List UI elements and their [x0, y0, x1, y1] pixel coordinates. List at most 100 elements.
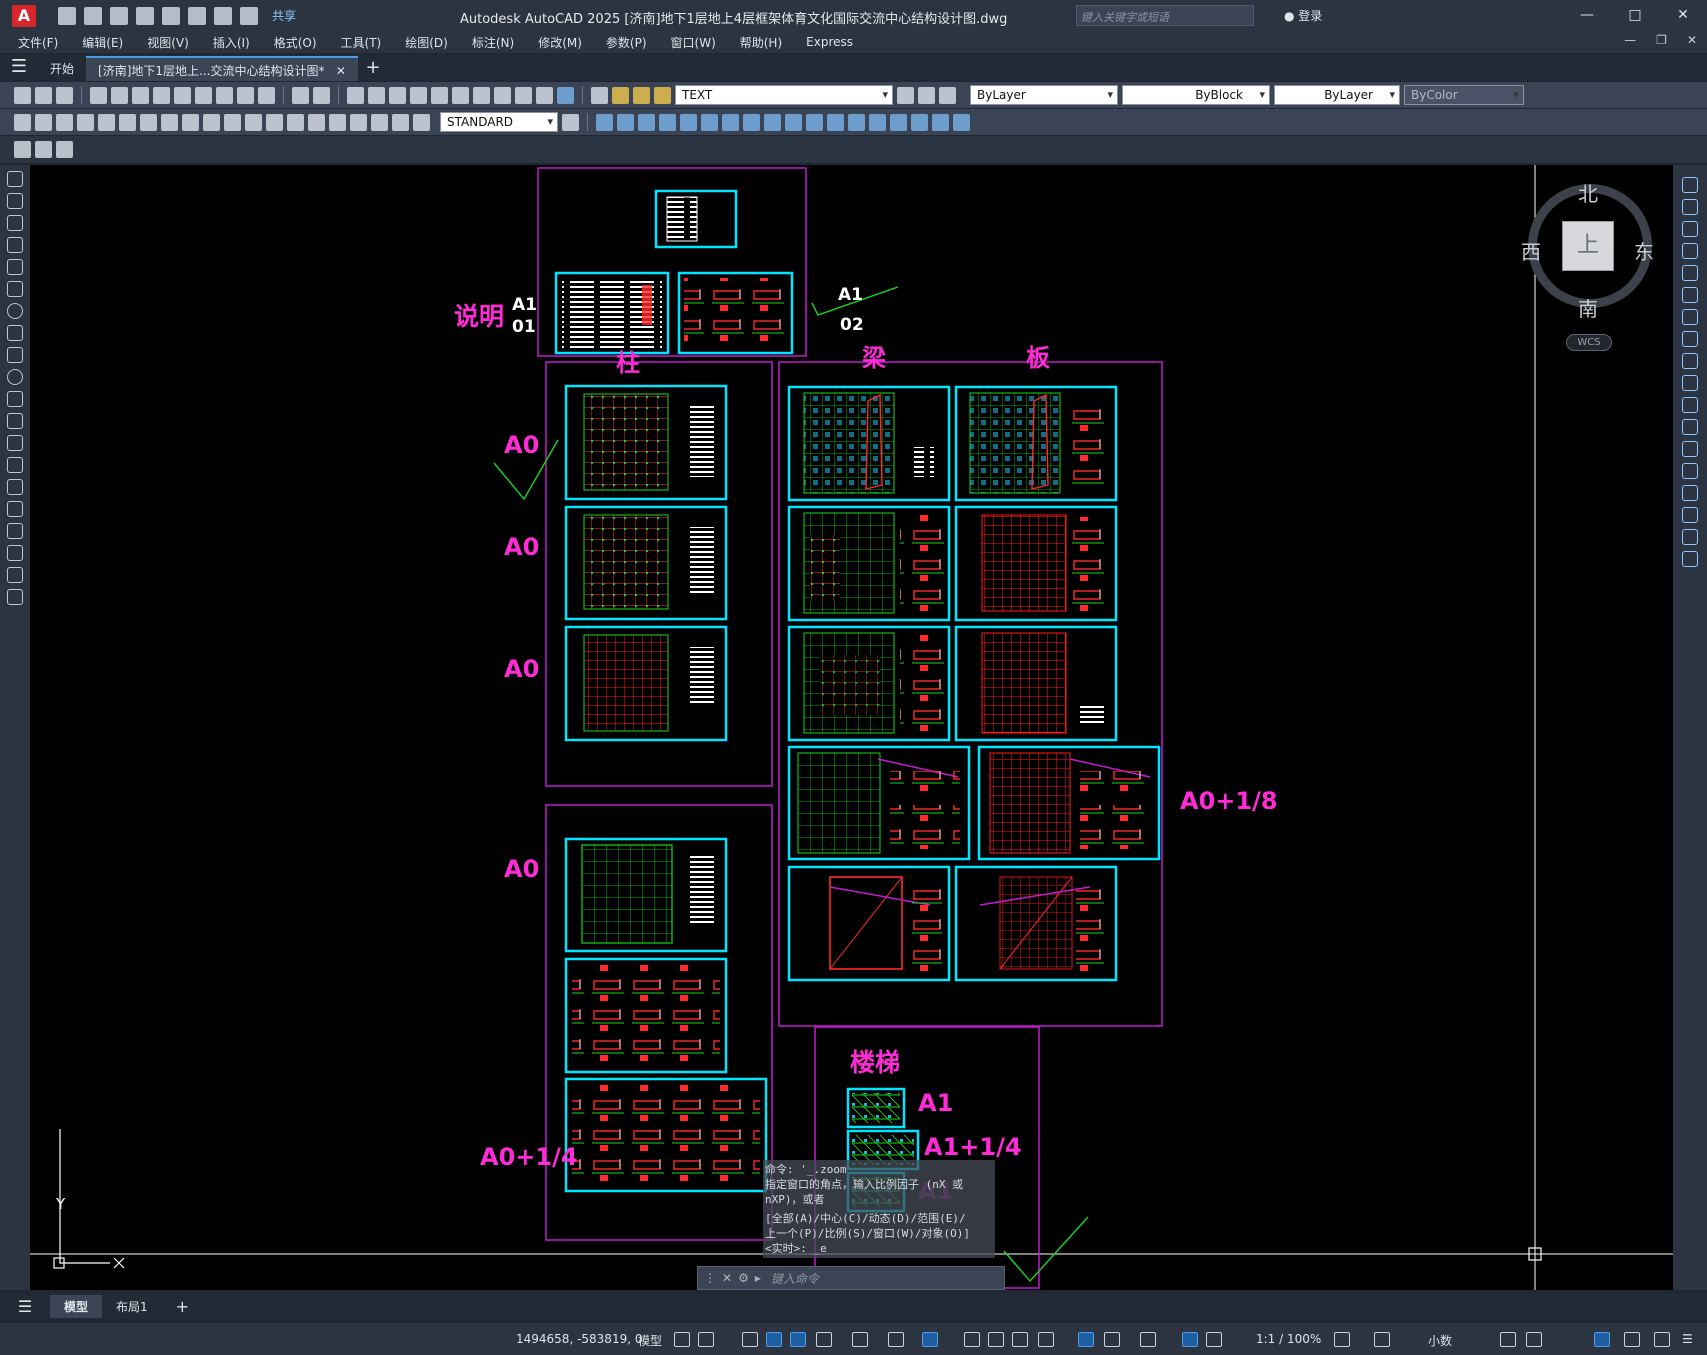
publish-icon[interactable] [132, 86, 149, 104]
auto-scale-icon[interactable] [1206, 1332, 1222, 1347]
layer-lock-icon[interactable] [654, 86, 671, 104]
dim-style-icon[interactable] [562, 113, 579, 131]
make-block-icon[interactable] [7, 435, 23, 451]
workspace-gear-icon[interactable] [1334, 1332, 1350, 1347]
publish-icon[interactable] [162, 6, 180, 25]
layer-previous-icon[interactable] [918, 86, 935, 104]
explode-icon[interactable] [1682, 551, 1698, 567]
command-grip-icon[interactable]: ⋮ [704, 1271, 716, 1285]
trim-icon[interactable] [1682, 375, 1698, 391]
intersect-icon[interactable] [638, 113, 655, 131]
annotation-visibility-icon[interactable] [1182, 1332, 1198, 1347]
move-faces-icon[interactable] [680, 113, 697, 131]
menu-parametric[interactable]: 参数(P) [606, 34, 647, 51]
chamfer-icon[interactable] [1682, 485, 1698, 501]
viewcube-south[interactable]: 南 [1578, 293, 1598, 322]
help-search-input[interactable]: 键入关键字或短语 [1076, 5, 1254, 26]
layer-iso-icon[interactable] [56, 141, 73, 158]
design-center-icon[interactable] [452, 86, 469, 104]
selection-filter-icon[interactable] [1104, 1332, 1120, 1347]
open-file-icon[interactable] [84, 6, 102, 25]
maximize-button[interactable]: □ [1611, 0, 1659, 31]
jogged-dim-icon[interactable] [119, 113, 136, 131]
dim-text-edit-icon[interactable] [392, 113, 409, 131]
hatch-icon[interactable] [7, 479, 23, 495]
graphics-performance-icon[interactable] [1624, 1332, 1640, 1347]
imprint-icon[interactable] [827, 113, 844, 131]
mirror-icon[interactable] [1682, 221, 1698, 237]
share-button[interactable]: 共享 [272, 7, 296, 24]
shell-icon[interactable] [890, 113, 907, 131]
layout-menu-icon[interactable]: ☰ [0, 1297, 50, 1316]
extend-icon[interactable] [1682, 397, 1698, 413]
tab-layout1[interactable]: 布局1 [102, 1295, 162, 1318]
wcs-menu-button[interactable]: WCS [1566, 334, 1612, 351]
customization-menu-icon[interactable]: ☰ [1682, 1332, 1693, 1346]
break-at-point-icon[interactable] [1682, 419, 1698, 435]
ordinate-dim-icon[interactable] [77, 113, 94, 131]
edit-text-icon[interactable] [14, 141, 31, 158]
lineweight-icon[interactable] [964, 1332, 980, 1347]
command-close-icon[interactable]: ✕ [722, 1271, 732, 1285]
viewcube-north[interactable]: 北 [1578, 178, 1598, 207]
arc-icon[interactable] [7, 281, 23, 297]
menu-insert[interactable]: 插入(I) [213, 34, 250, 51]
minimize-button[interactable]: — [1563, 0, 1611, 31]
match-properties-icon[interactable] [237, 86, 254, 104]
new-file-icon[interactable] [58, 6, 76, 25]
hamburger-menu-icon[interactable]: ☰ [0, 54, 38, 81]
preview-icon[interactable] [111, 86, 128, 104]
dim-space-icon[interactable] [245, 113, 262, 131]
redo-icon[interactable] [313, 86, 330, 104]
ellipse-icon[interactable] [7, 369, 23, 385]
sheet-image-icon[interactable] [35, 141, 52, 158]
plot-style-dropdown[interactable]: ByColor [1404, 85, 1524, 105]
angular-dim-icon[interactable] [161, 113, 178, 131]
ellipse-arc-icon[interactable] [7, 391, 23, 407]
properties-icon[interactable] [431, 86, 448, 104]
offset-faces-icon[interactable] [701, 113, 718, 131]
copy-icon[interactable] [195, 86, 212, 104]
arc-length-icon[interactable] [56, 113, 73, 131]
tab-start[interactable]: 开始 [38, 56, 86, 81]
fillet-icon[interactable] [1682, 507, 1698, 523]
union-icon[interactable] [596, 113, 613, 131]
polar-tracking-icon[interactable] [816, 1332, 832, 1347]
infer-constraints-icon[interactable] [742, 1332, 758, 1347]
zoom-previous-icon[interactable] [410, 86, 427, 104]
layer-freeze-icon[interactable] [633, 86, 650, 104]
layer-on-icon[interactable] [612, 86, 629, 104]
3d-print-icon[interactable] [153, 86, 170, 104]
menu-format[interactable]: 格式(O) [274, 34, 317, 51]
break-icon[interactable] [1682, 441, 1698, 457]
center-mark-icon[interactable] [308, 113, 325, 131]
line-icon[interactable] [7, 171, 23, 187]
extrude-faces-icon[interactable] [659, 113, 676, 131]
copy-faces-icon[interactable] [785, 113, 802, 131]
check-icon[interactable] [911, 113, 928, 131]
doc-close-icon[interactable]: ✕ [1687, 33, 1697, 47]
zoom-window-icon[interactable] [389, 86, 406, 104]
tab-model[interactable]: 模型 [50, 1294, 103, 1318]
block-editor-icon[interactable] [258, 86, 275, 104]
menu-modify[interactable]: 修改(M) [538, 34, 582, 51]
redo-icon[interactable] [240, 6, 258, 25]
menu-tools[interactable]: 工具(T) [341, 34, 382, 51]
lineweight-dropdown[interactable]: ByLayer [1274, 85, 1400, 105]
point-icon[interactable] [7, 457, 23, 473]
dim-edit-icon[interactable] [371, 113, 388, 131]
coordinates-readout[interactable]: 1494658, -583819, 0 [516, 1332, 642, 1346]
linear-dim-icon[interactable] [14, 113, 31, 131]
add-selected-icon[interactable] [7, 589, 23, 605]
inspection-icon[interactable] [329, 113, 346, 131]
isometric-icon[interactable] [852, 1332, 868, 1347]
make-current-icon[interactable] [897, 86, 914, 104]
menu-draw[interactable]: 绘图(D) [405, 34, 448, 51]
sheet-set-icon[interactable] [494, 86, 511, 104]
command-customize-icon[interactable]: ⚙ [738, 1271, 749, 1285]
radius-dim-icon[interactable] [98, 113, 115, 131]
continue-dim-icon[interactable] [224, 113, 241, 131]
open-icon[interactable] [35, 86, 52, 104]
diameter-dim-icon[interactable] [140, 113, 157, 131]
blend-curves-icon[interactable] [1682, 529, 1698, 545]
